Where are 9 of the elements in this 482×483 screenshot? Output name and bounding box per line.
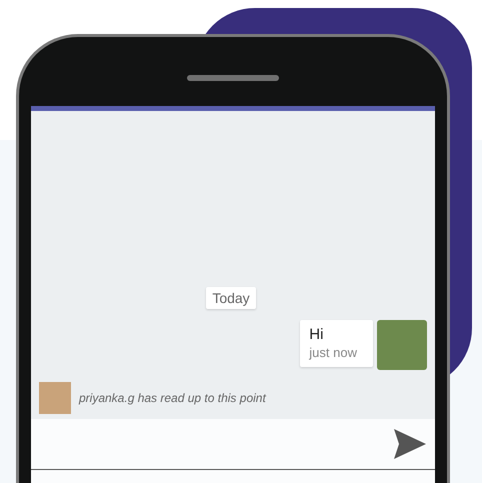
send-button[interactable]	[393, 428, 427, 460]
date-chip: Today	[206, 287, 256, 309]
avatar-photo	[39, 382, 71, 414]
avatar-photo	[377, 320, 427, 370]
read-receipt-text: priyanka.g has read up to this point	[79, 391, 266, 405]
message-time: just now	[309, 345, 357, 360]
message-input-field[interactable]	[31, 419, 435, 470]
message-text: Hi	[309, 326, 324, 343]
send-icon	[393, 428, 427, 460]
